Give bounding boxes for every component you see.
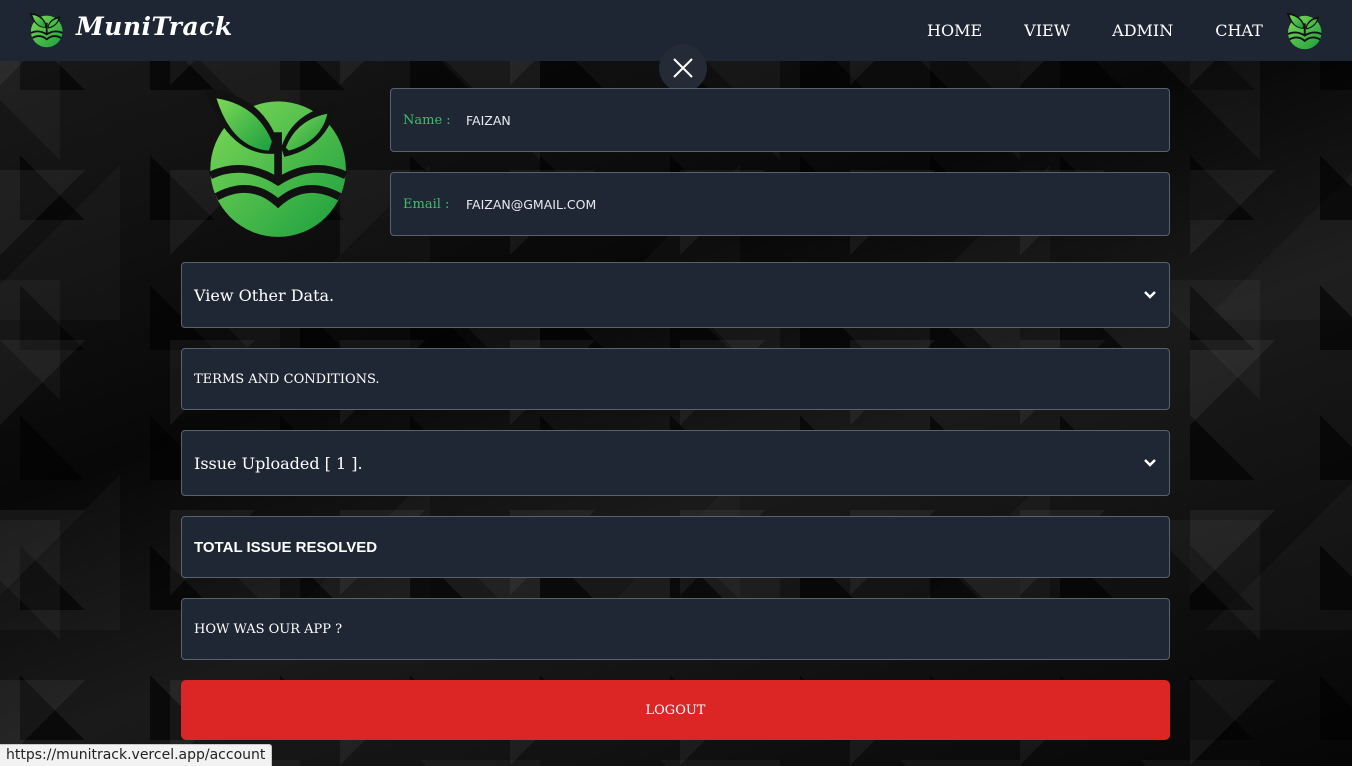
total-resolved-label: TOTAL ISSUE RESOLVED	[194, 538, 378, 556]
feedback-label: HOW WAS OUR APP ?	[194, 621, 343, 637]
email-label: Email :	[403, 196, 450, 212]
issues-uploaded-accordion[interactable]: Issue Uploaded [ 1 ].	[181, 430, 1170, 496]
status-bar-url: https://munitrack.vercel.app/account	[0, 744, 273, 766]
email-field: Email : FAIZAN@GMAIL.COM	[390, 172, 1170, 236]
brand-name[interactable]: MuniTrack	[76, 12, 233, 41]
total-resolved-panel[interactable]: TOTAL ISSUE RESOLVED	[181, 516, 1170, 578]
feedback-panel[interactable]: HOW WAS OUR APP ?	[181, 598, 1170, 660]
close-icon	[673, 58, 693, 78]
terms-label: TERMS AND CONDITIONS.	[194, 371, 380, 387]
terms-panel[interactable]: TERMS AND CONDITIONS.	[181, 348, 1170, 410]
nav-view[interactable]: VIEW	[1024, 21, 1070, 40]
chevron-down-icon	[1144, 459, 1156, 467]
issues-uploaded-label: Issue Uploaded [ 1 ].	[194, 453, 363, 473]
profile-avatar-icon[interactable]	[1285, 12, 1323, 50]
nav-home[interactable]: HOME	[927, 21, 982, 40]
name-label: Name :	[403, 112, 451, 128]
name-field: Name : FAIZAN	[390, 88, 1170, 152]
chevron-down-icon	[1144, 291, 1156, 299]
logout-button[interactable]: LOGOUT	[181, 680, 1170, 740]
view-other-data-accordion[interactable]: View Other Data.	[181, 262, 1170, 328]
nav-chat[interactable]: CHAT	[1215, 21, 1263, 40]
view-other-data-label: View Other Data.	[194, 285, 335, 305]
close-button[interactable]	[659, 44, 707, 92]
profile-logo-icon	[198, 86, 352, 240]
nav-links: HOME VIEW ADMIN CHAT	[906, 0, 1284, 61]
leaf-logo-icon[interactable]	[28, 12, 64, 48]
name-value: FAIZAN	[466, 112, 511, 128]
nav-admin[interactable]: ADMIN	[1112, 21, 1173, 40]
email-value: FAIZAN@GMAIL.COM	[466, 196, 597, 212]
